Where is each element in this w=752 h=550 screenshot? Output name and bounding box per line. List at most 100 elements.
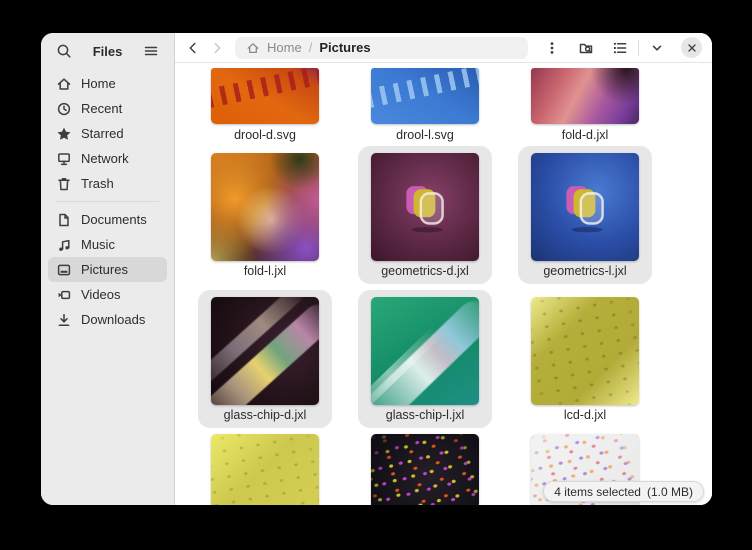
search-folder-button[interactable] (574, 36, 598, 60)
file-name: drool-d.svg (234, 128, 296, 143)
file-thumbnail (371, 297, 479, 405)
file-item-glass-chip-l[interactable]: glass-chip-l.jxl (345, 290, 505, 434)
sidebar-item-trash[interactable]: Trash (48, 171, 167, 196)
file-thumbnail (371, 68, 479, 124)
view-split-button (608, 36, 669, 60)
sidebar-item-label: Home (81, 76, 116, 91)
sidebar-item-starred[interactable]: Starred (48, 121, 167, 146)
view-options-button[interactable] (645, 36, 669, 60)
folder-search-icon (578, 40, 594, 56)
file-thumbnail (211, 434, 319, 505)
file-thumbnail (211, 153, 319, 261)
sidebar-nav: Home Recent Starred Network Trash Do (41, 69, 174, 332)
file-thumbnail (211, 297, 319, 405)
close-icon (686, 42, 698, 54)
file-grid: drool-d.svg drool-l.svg fold-d.jxl fold-… (175, 63, 712, 505)
sidebar-header: Files (41, 33, 174, 69)
sidebar-item-label: Network (81, 151, 129, 166)
file-thumbnail (371, 153, 479, 261)
file-thumbnail (211, 68, 319, 124)
sidebar-item-label: Videos (81, 287, 121, 302)
sidebar-item-downloads[interactable]: Downloads (48, 307, 167, 332)
file-item-row4-1[interactable] (185, 434, 345, 505)
pictures-icon (56, 262, 72, 278)
file-name: lcd-d.jxl (564, 408, 606, 423)
list-view-button[interactable] (608, 36, 632, 60)
file-name: geometrics-l.jxl (543, 264, 626, 279)
file-item-drool-d[interactable]: drool-d.svg (185, 68, 345, 146)
documents-icon (56, 212, 72, 228)
close-button[interactable] (681, 37, 702, 58)
file-item-fold-l[interactable]: fold-l.jxl (185, 146, 345, 290)
sidebar-item-label: Starred (81, 126, 124, 141)
sidebar-item-label: Trash (81, 176, 114, 191)
headerbar: Home / Pictures (175, 33, 712, 63)
trash-icon (56, 176, 72, 192)
sidebar-item-label: Recent (81, 101, 122, 116)
sidebar-item-music[interactable]: Music (48, 232, 167, 257)
hamburger-menu-icon (143, 43, 159, 59)
chevron-down-icon (649, 40, 665, 56)
sidebar-item-label: Documents (81, 212, 147, 227)
file-thumbnail (531, 297, 639, 405)
file-item-fold-d[interactable]: fold-d.jxl (505, 68, 665, 146)
kebab-menu-icon (544, 40, 560, 56)
file-item-geometrics-l[interactable]: geometrics-l.jxl (505, 146, 665, 290)
split-divider (638, 40, 639, 56)
sidebar-item-recent[interactable]: Recent (48, 96, 167, 121)
breadcrumb-current: Pictures (319, 40, 370, 55)
sidebar-item-pictures[interactable]: Pictures (48, 257, 167, 282)
file-item-row4-2[interactable] (345, 434, 505, 505)
recent-icon (56, 101, 72, 117)
sidebar-item-home[interactable]: Home (48, 71, 167, 96)
file-item-geometrics-d[interactable]: geometrics-d.jxl (345, 146, 505, 290)
file-thumbnail (371, 434, 479, 505)
star-icon (56, 126, 72, 142)
sidebar-item-documents[interactable]: Documents (48, 207, 167, 232)
search-button[interactable] (52, 39, 76, 63)
thumbnail-art (556, 177, 614, 235)
folder-menu-button[interactable] (540, 36, 564, 60)
files-window: Files Home Recent Starred Network (41, 33, 712, 505)
file-grid-scroll-area[interactable]: drool-d.svg drool-l.svg fold-d.jxl fold-… (175, 63, 712, 505)
file-name: geometrics-d.jxl (381, 264, 469, 279)
thumbnail-art (396, 177, 454, 235)
music-icon (56, 237, 72, 253)
main-area: Home / Pictures (175, 33, 712, 505)
sidebar-separator (56, 201, 159, 202)
sidebar-item-label: Music (81, 237, 115, 252)
sidebar: Files Home Recent Starred Network (41, 33, 175, 505)
sidebar-item-videos[interactable]: Videos (48, 282, 167, 307)
search-icon (56, 43, 72, 59)
sidebar-item-label: Pictures (81, 262, 128, 277)
file-thumbnail (531, 153, 639, 261)
breadcrumb-home-icon (246, 41, 260, 55)
header-actions (540, 36, 702, 60)
back-icon (185, 40, 201, 56)
list-view-icon (612, 40, 628, 56)
home-icon (56, 76, 72, 92)
breadcrumb[interactable]: Home / Pictures (235, 37, 528, 59)
selection-size: (1.0 MB) (647, 485, 693, 499)
app-title: Files (76, 44, 139, 59)
file-name: glass-chip-l.jxl (386, 408, 465, 423)
file-thumbnail (531, 68, 639, 124)
sidebar-item-network[interactable]: Network (48, 146, 167, 171)
selection-status-badge: 4 items selected (1.0 MB) (543, 481, 704, 502)
file-item-glass-chip-d[interactable]: glass-chip-d.jxl (185, 290, 345, 434)
file-item-lcd-d[interactable]: lcd-d.jxl (505, 290, 665, 434)
file-name: fold-d.jxl (562, 128, 609, 143)
videos-icon (56, 287, 72, 303)
downloads-icon (56, 312, 72, 328)
sidebar-item-label: Downloads (81, 312, 145, 327)
forward-icon (209, 40, 225, 56)
file-name: drool-l.svg (396, 128, 454, 143)
back-button[interactable] (181, 36, 205, 60)
selection-count: 4 items selected (554, 485, 641, 499)
file-item-drool-l[interactable]: drool-l.svg (345, 68, 505, 146)
main-menu-button[interactable] (139, 39, 163, 63)
breadcrumb-separator: / (309, 40, 313, 55)
breadcrumb-home[interactable]: Home (267, 40, 302, 55)
forward-button[interactable] (205, 36, 229, 60)
network-icon (56, 151, 72, 167)
